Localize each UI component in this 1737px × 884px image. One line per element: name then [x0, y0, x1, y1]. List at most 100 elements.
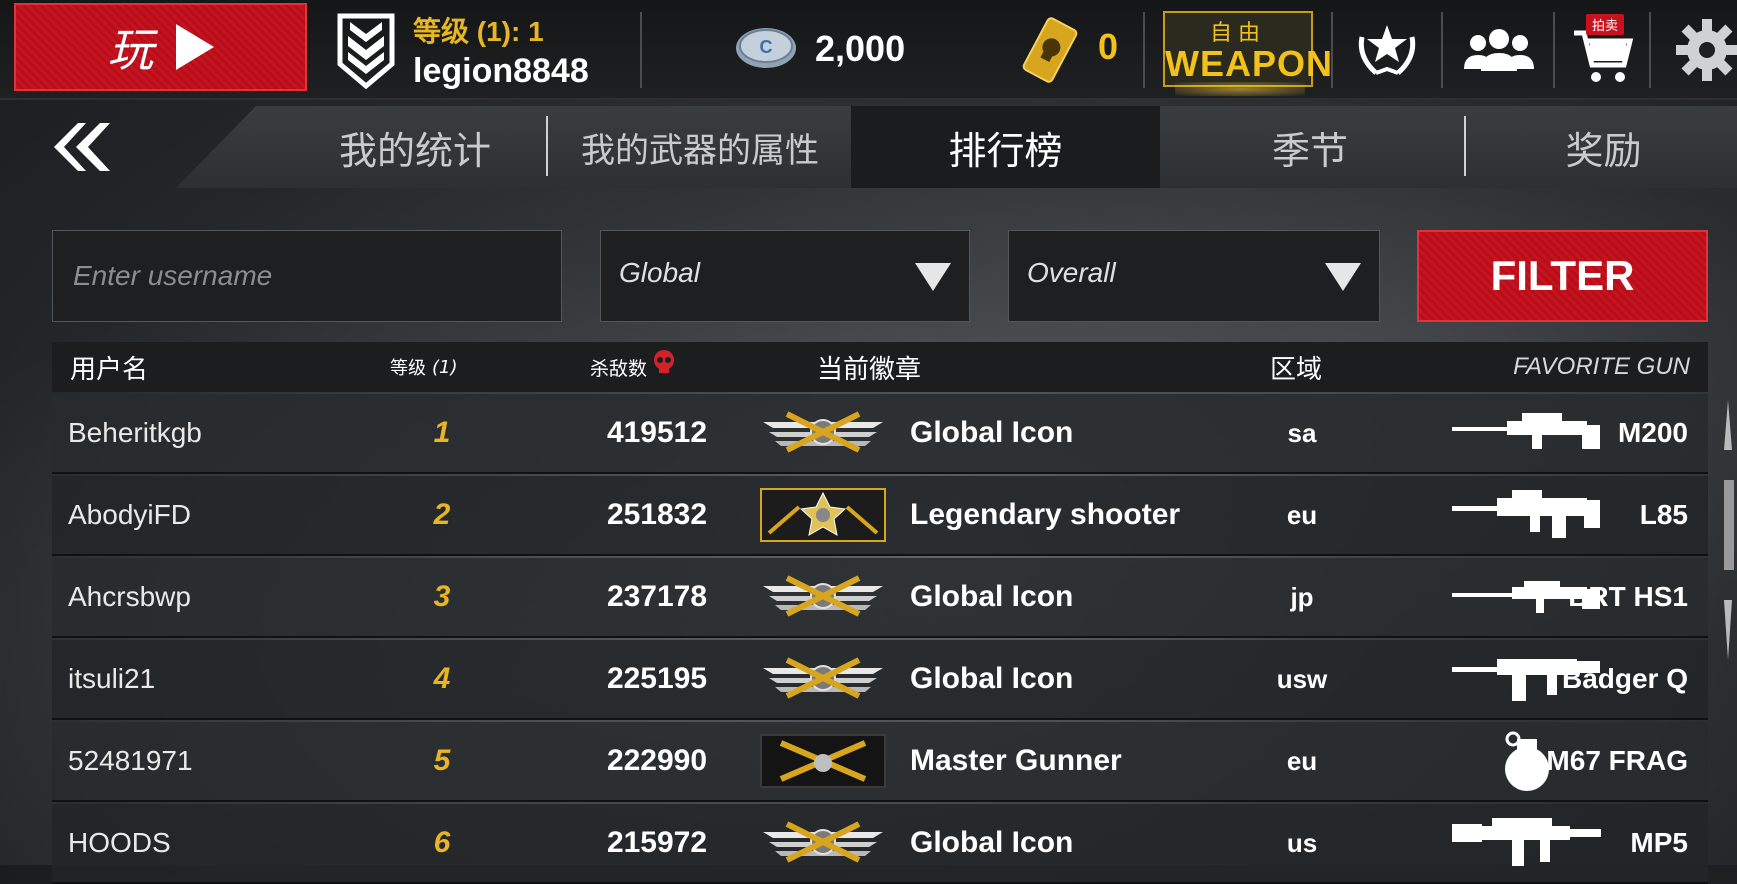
row-kills: 237178 [606, 580, 708, 613]
row-region: jp [1290, 581, 1314, 612]
tab-my-stats[interactable]: 我的统计 [280, 106, 550, 188]
play-button[interactable]: 玩 [14, 3, 307, 91]
row-username: AbodyiFD [68, 499, 191, 530]
table-row[interactable]: 52481971 5 222990 Master Gunner eu M67 FRAG [52, 722, 1708, 802]
username-input[interactable] [53, 231, 561, 321]
table-header: 用户名 等级 (1) 杀敌数 当前徽章 区域 FAVORITE GUN [52, 342, 1708, 392]
row-level: 3 [433, 580, 451, 613]
row-badge-name: Master Gunner [910, 744, 1122, 777]
free-weapon-button[interactable]: 自由 WEAPON [1163, 11, 1333, 87]
table-row[interactable]: AbodyiFD 2 251832 Legendary shooter eu L85 [52, 476, 1708, 556]
table-row[interactable]: itsuli21 4 225195 Global Icon usw Badger Q [52, 640, 1708, 720]
header-username: 用户名 [70, 354, 149, 385]
row-badge-name: Global Icon [910, 416, 1074, 449]
dropdown-caret-icon [1325, 263, 1361, 291]
row-level: 2 [433, 498, 451, 531]
username-search-field [52, 230, 562, 322]
skull-icon [654, 350, 675, 373]
badge-icon [759, 722, 891, 800]
smg-icon [1422, 804, 1632, 882]
divider [1553, 12, 1555, 88]
bullpup-rifle-icon [1422, 476, 1632, 554]
leaderboard-table: 用户名 等级 (1) 杀敌数 当前徽章 区域 FAVORITE GUN Behe… [52, 342, 1708, 884]
badge-icon [759, 394, 891, 472]
row-favorite-gun: L85 [1639, 499, 1688, 530]
region-select-value: Global [619, 257, 700, 288]
header-level: 等级 (1) [390, 342, 458, 392]
achievements-button[interactable] [1350, 14, 1424, 86]
laurel-star-icon [1358, 25, 1416, 75]
double-chevron-left-icon [54, 123, 110, 171]
row-level: 6 [433, 826, 451, 859]
dropdown-caret-icon [915, 263, 951, 291]
sniper-rifle-icon [1422, 394, 1632, 472]
divider [1143, 12, 1145, 88]
tab-rewards[interactable]: 奖励 [1470, 106, 1737, 188]
player-username: legion8848 [413, 52, 589, 90]
gold-amount: 0 [1098, 26, 1119, 67]
row-kills: 419512 [606, 416, 708, 449]
gear-icon [1676, 19, 1737, 81]
row-region: sa [1287, 417, 1317, 448]
row-favorite-gun: Badger Q [1561, 663, 1688, 694]
row-region: eu [1286, 499, 1318, 530]
row-level: 5 [433, 744, 451, 777]
row-kills: 225195 [606, 662, 708, 695]
row-region: us [1286, 827, 1318, 858]
table-row[interactable]: HOODS 6 215972 Global Icon us MP5 [52, 804, 1708, 884]
header-region: 区域 [1270, 354, 1323, 385]
friends-button[interactable] [1462, 14, 1536, 86]
weapon-glow [1175, 82, 1305, 96]
row-level: 4 [433, 662, 451, 695]
divider [640, 12, 642, 88]
row-favorite-gun: BRT HS1 [1568, 581, 1688, 612]
tab-leaderboard[interactable]: 排行榜 [851, 106, 1160, 188]
row-badge-name: Legendary shooter [910, 498, 1181, 531]
divider [1441, 12, 1443, 88]
mode-select-value: Overall [1027, 257, 1116, 288]
friends-icon [1464, 29, 1534, 71]
row-favorite-gun: MP5 [1630, 827, 1688, 858]
rank-chevron-icon [337, 13, 395, 90]
row-username: Ahcrsbwp [68, 581, 191, 612]
gold-skull-icon [1022, 17, 1078, 83]
tab-weapon-attributes[interactable]: 我的武器的属性 [550, 106, 850, 188]
row-username: Beheritkgb [68, 417, 202, 448]
filter-button[interactable]: FILTER [1417, 230, 1708, 322]
tab-bar: 我的统计 我的武器的属性 排行榜 季节 奖励 [0, 106, 1737, 188]
header-level-sub: (1) [432, 356, 458, 378]
table-body: Beheritkgb 1 419512 Global Icon sa M200 Abodyi… [52, 394, 1708, 884]
region-select[interactable]: Global [600, 230, 970, 322]
tab-divider [1464, 116, 1466, 176]
settings-button[interactable] [1670, 14, 1737, 86]
row-badge-name: Global Icon [910, 580, 1074, 613]
coin-icon: C [736, 28, 796, 68]
header-badge: 当前徽章 [817, 354, 922, 385]
row-kills: 222990 [606, 744, 708, 777]
weapon-badge-bottom: WEAPON [1165, 43, 1333, 84]
divider [1649, 12, 1651, 88]
row-level: 1 [433, 416, 451, 449]
rank-level-text: 等级 (1): 1 [413, 16, 544, 47]
scroll-indicator [1724, 400, 1734, 660]
table-row[interactable]: Ahcrsbwp 3 237178 Global Icon jp BRT HS1 [52, 558, 1708, 638]
row-badge-name: Global Icon [910, 662, 1074, 695]
coin-amount: 2,000 [815, 28, 906, 69]
tab-season[interactable]: 季节 [1160, 106, 1460, 188]
badge-icon [759, 558, 891, 636]
row-kills: 215972 [606, 826, 708, 859]
header-kills: 杀敌数 [590, 342, 677, 392]
row-favorite-gun: M67 FRAG [1546, 745, 1688, 776]
header-level-label: 等级 [390, 358, 426, 379]
row-favorite-gun: M200 [1617, 417, 1688, 448]
row-username: HOODS [68, 827, 171, 858]
top-bar: 玩 等级 (1): 1 legion8848 C 2,000 0 自由 WEAP… [0, 0, 1737, 100]
row-badge-name: Global Icon [910, 826, 1074, 859]
table-row[interactable]: Beheritkgb 1 419512 Global Icon sa M200 [52, 394, 1708, 474]
play-icon [175, 24, 214, 70]
mode-select[interactable]: Overall [1008, 230, 1380, 322]
row-region: usw [1276, 663, 1328, 694]
badge-icon [759, 640, 891, 718]
badge-icon [759, 476, 891, 554]
header-kills-label: 杀敌数 [590, 357, 648, 380]
